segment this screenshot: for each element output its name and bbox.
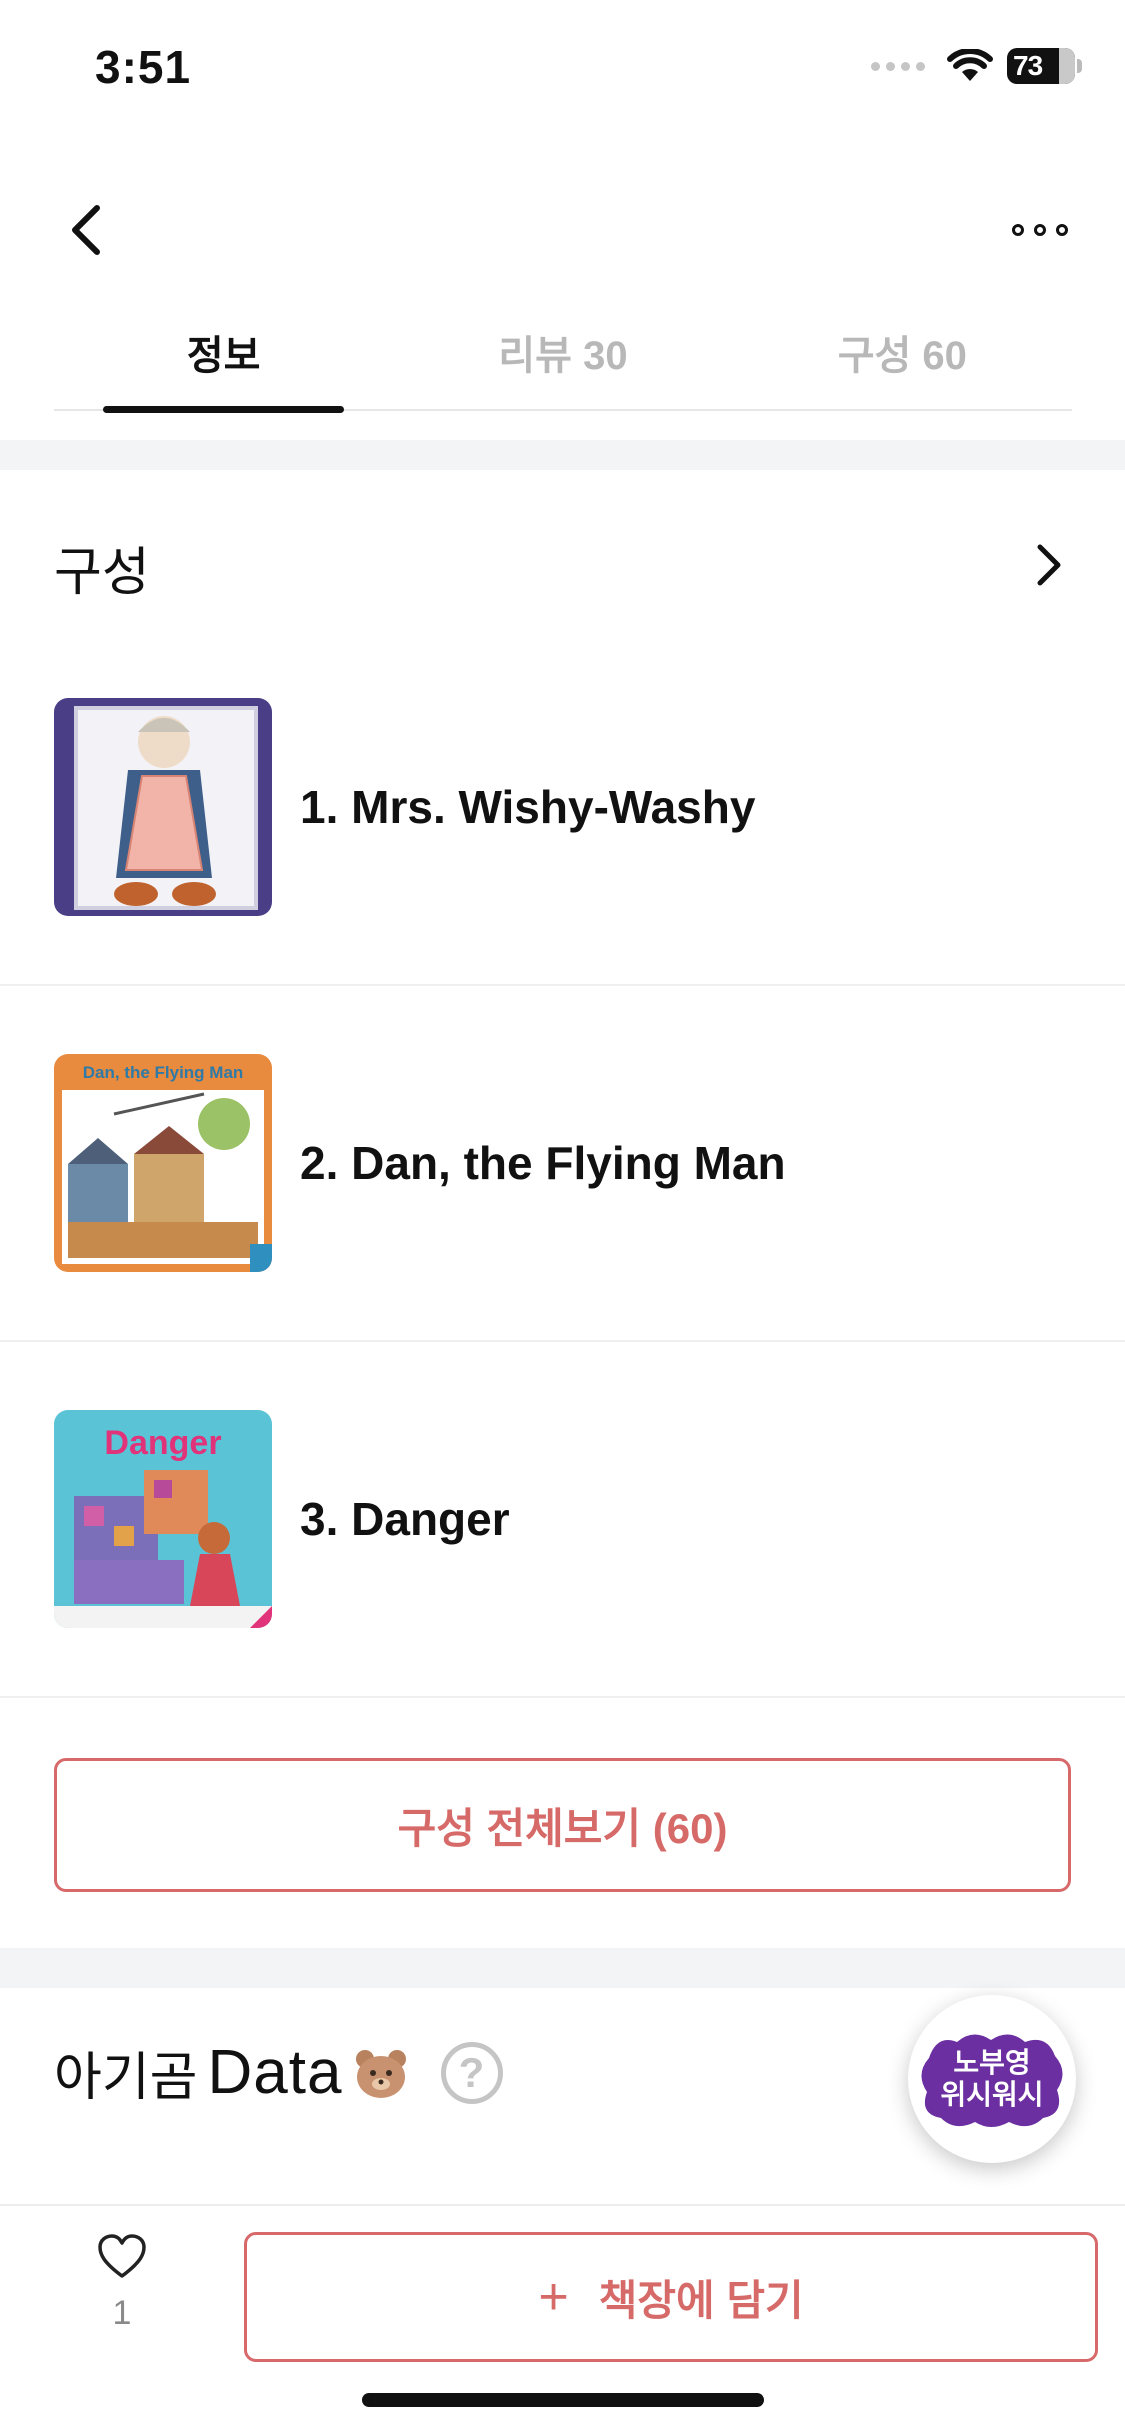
badge-text-line1: 노부영 xyxy=(953,2047,1031,2078)
tab-contents[interactable]: 구성 60 xyxy=(733,305,1072,409)
wishy-washy-floating-button[interactable]: 노부영 위시워시 xyxy=(908,1995,1076,2163)
tab-info[interactable]: 정보 xyxy=(54,305,393,413)
badge-text-line2: 위시워시 xyxy=(940,2079,1044,2110)
bear-face-icon xyxy=(355,2049,406,2098)
nav-bar xyxy=(0,180,1125,280)
section-title: 구성 xyxy=(54,544,150,602)
status-indicators: 73 xyxy=(871,48,1082,84)
book-cover-image: Dan, the Flying Man xyxy=(54,1054,272,1272)
chevron-left-icon xyxy=(72,205,100,255)
tab-bar: 정보 리뷰 30 구성 60 xyxy=(54,305,1072,413)
home-indicator xyxy=(362,2393,764,2407)
book-title: 2. Dan, the Flying Man xyxy=(300,1137,786,1189)
book-list-item[interactable]: Danger 3. Danger xyxy=(0,1342,1125,1698)
book-list-item[interactable]: Dan, the Flying Man 2. Dan, the Flying M… xyxy=(0,986,1125,1342)
book-list-item[interactable]: 1. Mrs. Wishy-Washy xyxy=(0,630,1125,986)
data-section-title: 아기곰 Data ? xyxy=(54,2035,503,2110)
add-to-bookshelf-button[interactable]: + 책장에 담기 xyxy=(244,2232,1098,2362)
status-time: 3:51 xyxy=(95,41,192,93)
chevron-right-icon xyxy=(1037,544,1061,586)
like-button[interactable]: 1 xyxy=(80,2234,164,2354)
section-divider xyxy=(0,1948,1125,1988)
book-cover-title: Danger xyxy=(104,1424,221,1462)
heart-icon xyxy=(98,2234,146,2278)
like-count: 1 xyxy=(112,2294,132,2332)
wifi-icon xyxy=(947,49,993,81)
section-divider xyxy=(0,440,1125,470)
data-title-korean: 아기곰 xyxy=(54,2049,198,2107)
more-dot-icon xyxy=(1056,224,1068,236)
back-button[interactable] xyxy=(56,200,116,260)
tab-reviews[interactable]: 리뷰 30 xyxy=(393,305,732,409)
status-bar: 3:51 73 xyxy=(0,0,1125,135)
book-cover-image xyxy=(54,698,272,916)
book-cover-image: Danger xyxy=(54,1410,272,1628)
plus-icon: + xyxy=(538,2268,569,2326)
battery-level: 73 xyxy=(1013,50,1043,81)
battery-icon: 73 xyxy=(1007,48,1082,84)
help-icon[interactable]: ? xyxy=(440,2041,503,2104)
book-title: 3. Danger xyxy=(300,1493,510,1545)
badge-logo: 노부영 위시워시 xyxy=(917,2028,1067,2130)
more-dot-icon xyxy=(1034,224,1046,236)
book-title: 1. Mrs. Wishy-Washy xyxy=(300,781,756,833)
more-options-button[interactable] xyxy=(995,200,1085,260)
cellular-signal-icon xyxy=(871,61,925,71)
data-title-english: Data xyxy=(207,2038,343,2107)
add-to-bookshelf-label: 책장에 담기 xyxy=(598,2276,804,2324)
more-dot-icon xyxy=(1012,224,1024,236)
book-cover-title: Dan, the Flying Man xyxy=(83,1063,244,1082)
section-more-button[interactable] xyxy=(1027,540,1071,590)
view-all-contents-button[interactable]: 구성 전체보기 (60) xyxy=(54,1758,1071,1892)
